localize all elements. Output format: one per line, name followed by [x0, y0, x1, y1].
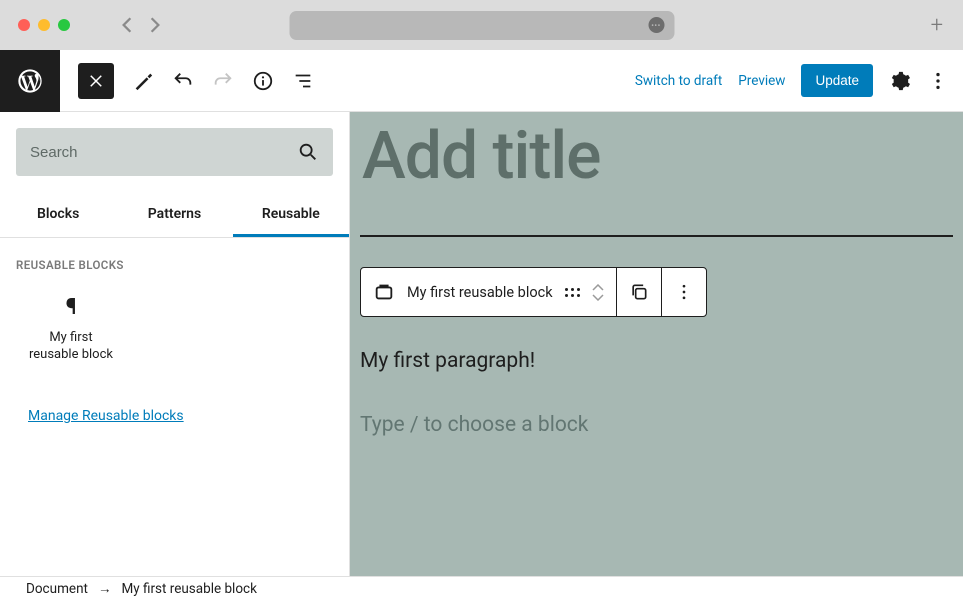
- block-toolbar: My first reusable block: [360, 267, 707, 317]
- block-breadcrumb: Document → My first reusable block: [0, 576, 963, 601]
- title-separator: [360, 235, 953, 237]
- empty-block-placeholder[interactable]: Type / to choose a block: [360, 413, 953, 437]
- close-inserter-button[interactable]: [78, 63, 114, 99]
- breadcrumb-current[interactable]: My first reusable block: [121, 581, 257, 597]
- section-label: REUSABLE BLOCKS: [0, 238, 349, 280]
- breadcrumb-root[interactable]: Document: [26, 581, 88, 597]
- copy-block-button[interactable]: [629, 282, 649, 302]
- url-bar[interactable]: •••: [289, 11, 674, 40]
- list-view-button[interactable]: [292, 70, 314, 92]
- inserter-tabs: Blocks Patterns Reusable: [0, 192, 349, 238]
- toolbar-left-group: [60, 63, 314, 99]
- new-tab-button[interactable]: +: [931, 13, 943, 38]
- manage-reusable-blocks-link[interactable]: Manage Reusable blocks: [20, 402, 192, 430]
- browser-forward-button[interactable]: [148, 16, 162, 34]
- wordpress-logo-button[interactable]: [0, 50, 60, 112]
- paragraph-block[interactable]: My first paragraph!: [360, 349, 953, 373]
- block-type-icon[interactable]: [373, 281, 395, 303]
- details-button[interactable]: [252, 70, 274, 92]
- block-more-options-button[interactable]: [674, 282, 694, 302]
- browser-back-button[interactable]: [120, 16, 134, 34]
- traffic-lights: [18, 19, 70, 31]
- preview-link[interactable]: Preview: [738, 73, 785, 89]
- block-inserter-sidebar: Blocks Patterns Reusable REUSABLE BLOCKS…: [0, 112, 350, 576]
- post-title-input[interactable]: Add title: [360, 112, 953, 235]
- tab-reusable[interactable]: Reusable: [233, 192, 349, 237]
- editor-canvas[interactable]: Add title My first reusable block: [350, 112, 963, 576]
- drag-handle-icon[interactable]: [565, 288, 580, 297]
- search-icon: [297, 141, 319, 163]
- search-input[interactable]: [30, 144, 261, 161]
- browser-nav: [120, 16, 162, 34]
- settings-button[interactable]: [889, 70, 911, 92]
- switch-to-draft-link[interactable]: Switch to draft: [635, 73, 722, 89]
- minimize-window-button[interactable]: [38, 19, 50, 31]
- tab-blocks[interactable]: Blocks: [0, 192, 116, 237]
- close-window-button[interactable]: [18, 19, 30, 31]
- search-box[interactable]: [16, 128, 333, 176]
- toolbar-right-group: Switch to draft Preview Update: [635, 64, 949, 97]
- editor-toolbar: Switch to draft Preview Update: [0, 50, 963, 112]
- chevron-right-icon: →: [98, 581, 112, 597]
- paragraph-icon: ¶: [66, 295, 77, 320]
- update-button[interactable]: Update: [801, 64, 873, 97]
- move-up-down-buttons[interactable]: [592, 284, 604, 301]
- url-reader-icon: •••: [648, 17, 664, 33]
- tools-button[interactable]: [132, 70, 154, 92]
- reusable-block-item[interactable]: ¶ My first reusable block: [16, 284, 126, 374]
- tab-patterns[interactable]: Patterns: [116, 192, 232, 237]
- more-options-button[interactable]: [927, 70, 949, 92]
- maximize-window-button[interactable]: [58, 19, 70, 31]
- window-chrome: ••• +: [0, 0, 963, 50]
- block-item-label: My first reusable block: [29, 330, 113, 363]
- redo-button[interactable]: [212, 70, 234, 92]
- block-name-label: My first reusable block: [407, 284, 553, 301]
- undo-button[interactable]: [172, 70, 194, 92]
